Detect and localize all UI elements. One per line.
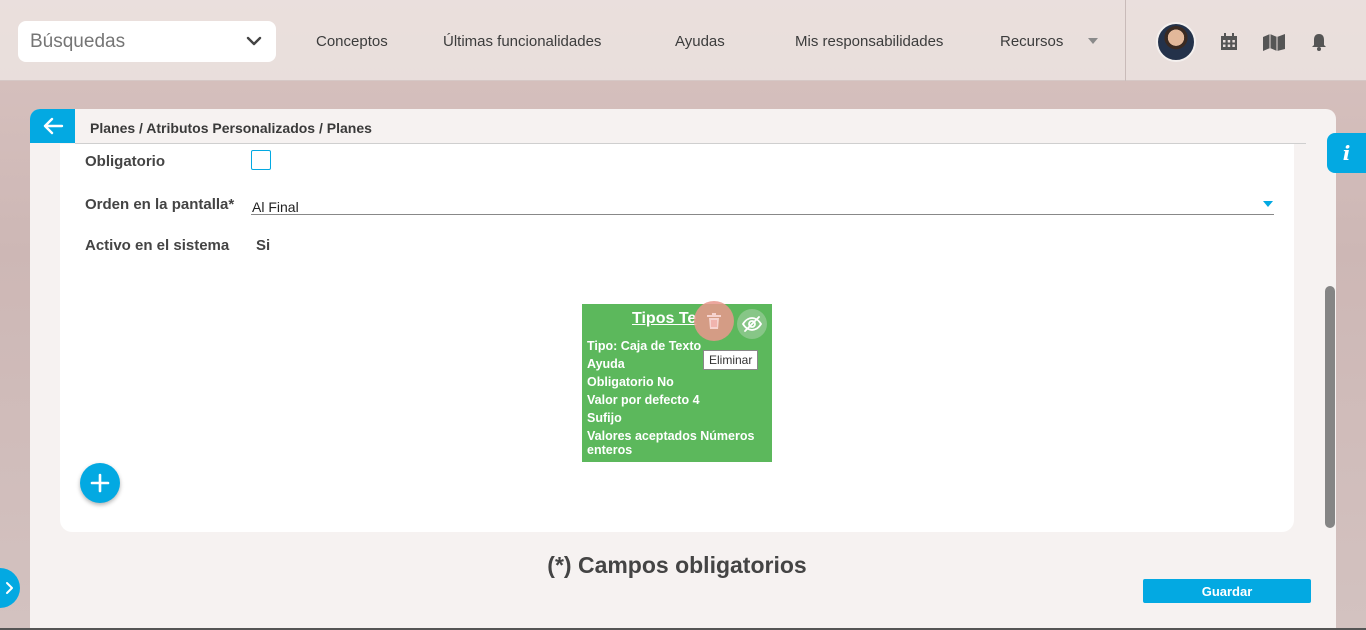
attribute-card-line: Valor por defecto 4 bbox=[587, 393, 700, 407]
nav-item-mis-responsabilidades[interactable]: Mis responsabilidades bbox=[795, 33, 943, 50]
chevron-right-icon bbox=[6, 582, 13, 594]
nav-item-ayudas[interactable]: Ayudas bbox=[675, 33, 725, 50]
hide-button[interactable] bbox=[737, 309, 767, 339]
search-dropdown-label: Búsquedas bbox=[30, 30, 126, 52]
delete-tooltip: Eliminar bbox=[703, 350, 759, 370]
caret-down-icon[interactable] bbox=[1088, 38, 1098, 44]
required-fields-note: (*) Campos obligatorios bbox=[547, 552, 807, 578]
scrollbar-thumb[interactable] bbox=[1325, 286, 1335, 528]
attribute-card-line: Obligatorio No bbox=[587, 375, 674, 389]
attribute-card-line: Sufijo bbox=[587, 411, 622, 425]
obligatorio-label: Obligatorio bbox=[85, 153, 165, 170]
nav-item-ultimas-funcionalidades[interactable]: Últimas funcionalidades bbox=[443, 33, 601, 50]
orden-select-value[interactable]: Al Final bbox=[252, 199, 299, 215]
obligatorio-checkbox[interactable] bbox=[251, 150, 271, 170]
attribute-card-line: Ayuda bbox=[587, 357, 625, 371]
attribute-card-line: enteros bbox=[587, 443, 633, 457]
bell-icon[interactable] bbox=[1309, 32, 1329, 52]
plus-icon bbox=[90, 473, 110, 493]
attribute-card-line: Tipo: Caja de Texto bbox=[587, 339, 702, 353]
nav-item-conceptos[interactable]: Conceptos bbox=[316, 33, 388, 50]
activo-value: Si bbox=[256, 237, 271, 254]
caret-down-icon[interactable] bbox=[1263, 201, 1273, 207]
map-icon[interactable] bbox=[1262, 32, 1286, 52]
calendar-icon[interactable] bbox=[1219, 32, 1239, 52]
add-attribute-button[interactable] bbox=[80, 463, 120, 503]
save-button[interactable]: Guardar bbox=[1143, 579, 1311, 603]
breadcrumb: Planes / Atributos Personalizados / Plan… bbox=[90, 120, 372, 136]
orden-select-underline bbox=[251, 214, 1274, 215]
search-dropdown[interactable]: Búsquedas bbox=[18, 21, 276, 62]
eye-off-icon bbox=[742, 316, 762, 332]
attribute-card-title[interactable]: Tipos Te bbox=[632, 310, 696, 328]
avatar[interactable] bbox=[1156, 22, 1196, 62]
delete-button[interactable] bbox=[694, 301, 734, 341]
orden-label: Orden en la pantalla* bbox=[85, 196, 235, 213]
activo-label: Activo en el sistema bbox=[85, 237, 230, 254]
trash-icon bbox=[707, 313, 721, 329]
nav-item-recursos[interactable]: Recursos bbox=[1000, 33, 1063, 50]
attribute-card-line: Valores aceptados Números bbox=[587, 429, 755, 443]
back-button[interactable] bbox=[30, 109, 75, 143]
arrow-left-icon bbox=[43, 117, 63, 135]
chevron-down-icon bbox=[246, 36, 262, 46]
nav-divider bbox=[1125, 0, 1126, 81]
